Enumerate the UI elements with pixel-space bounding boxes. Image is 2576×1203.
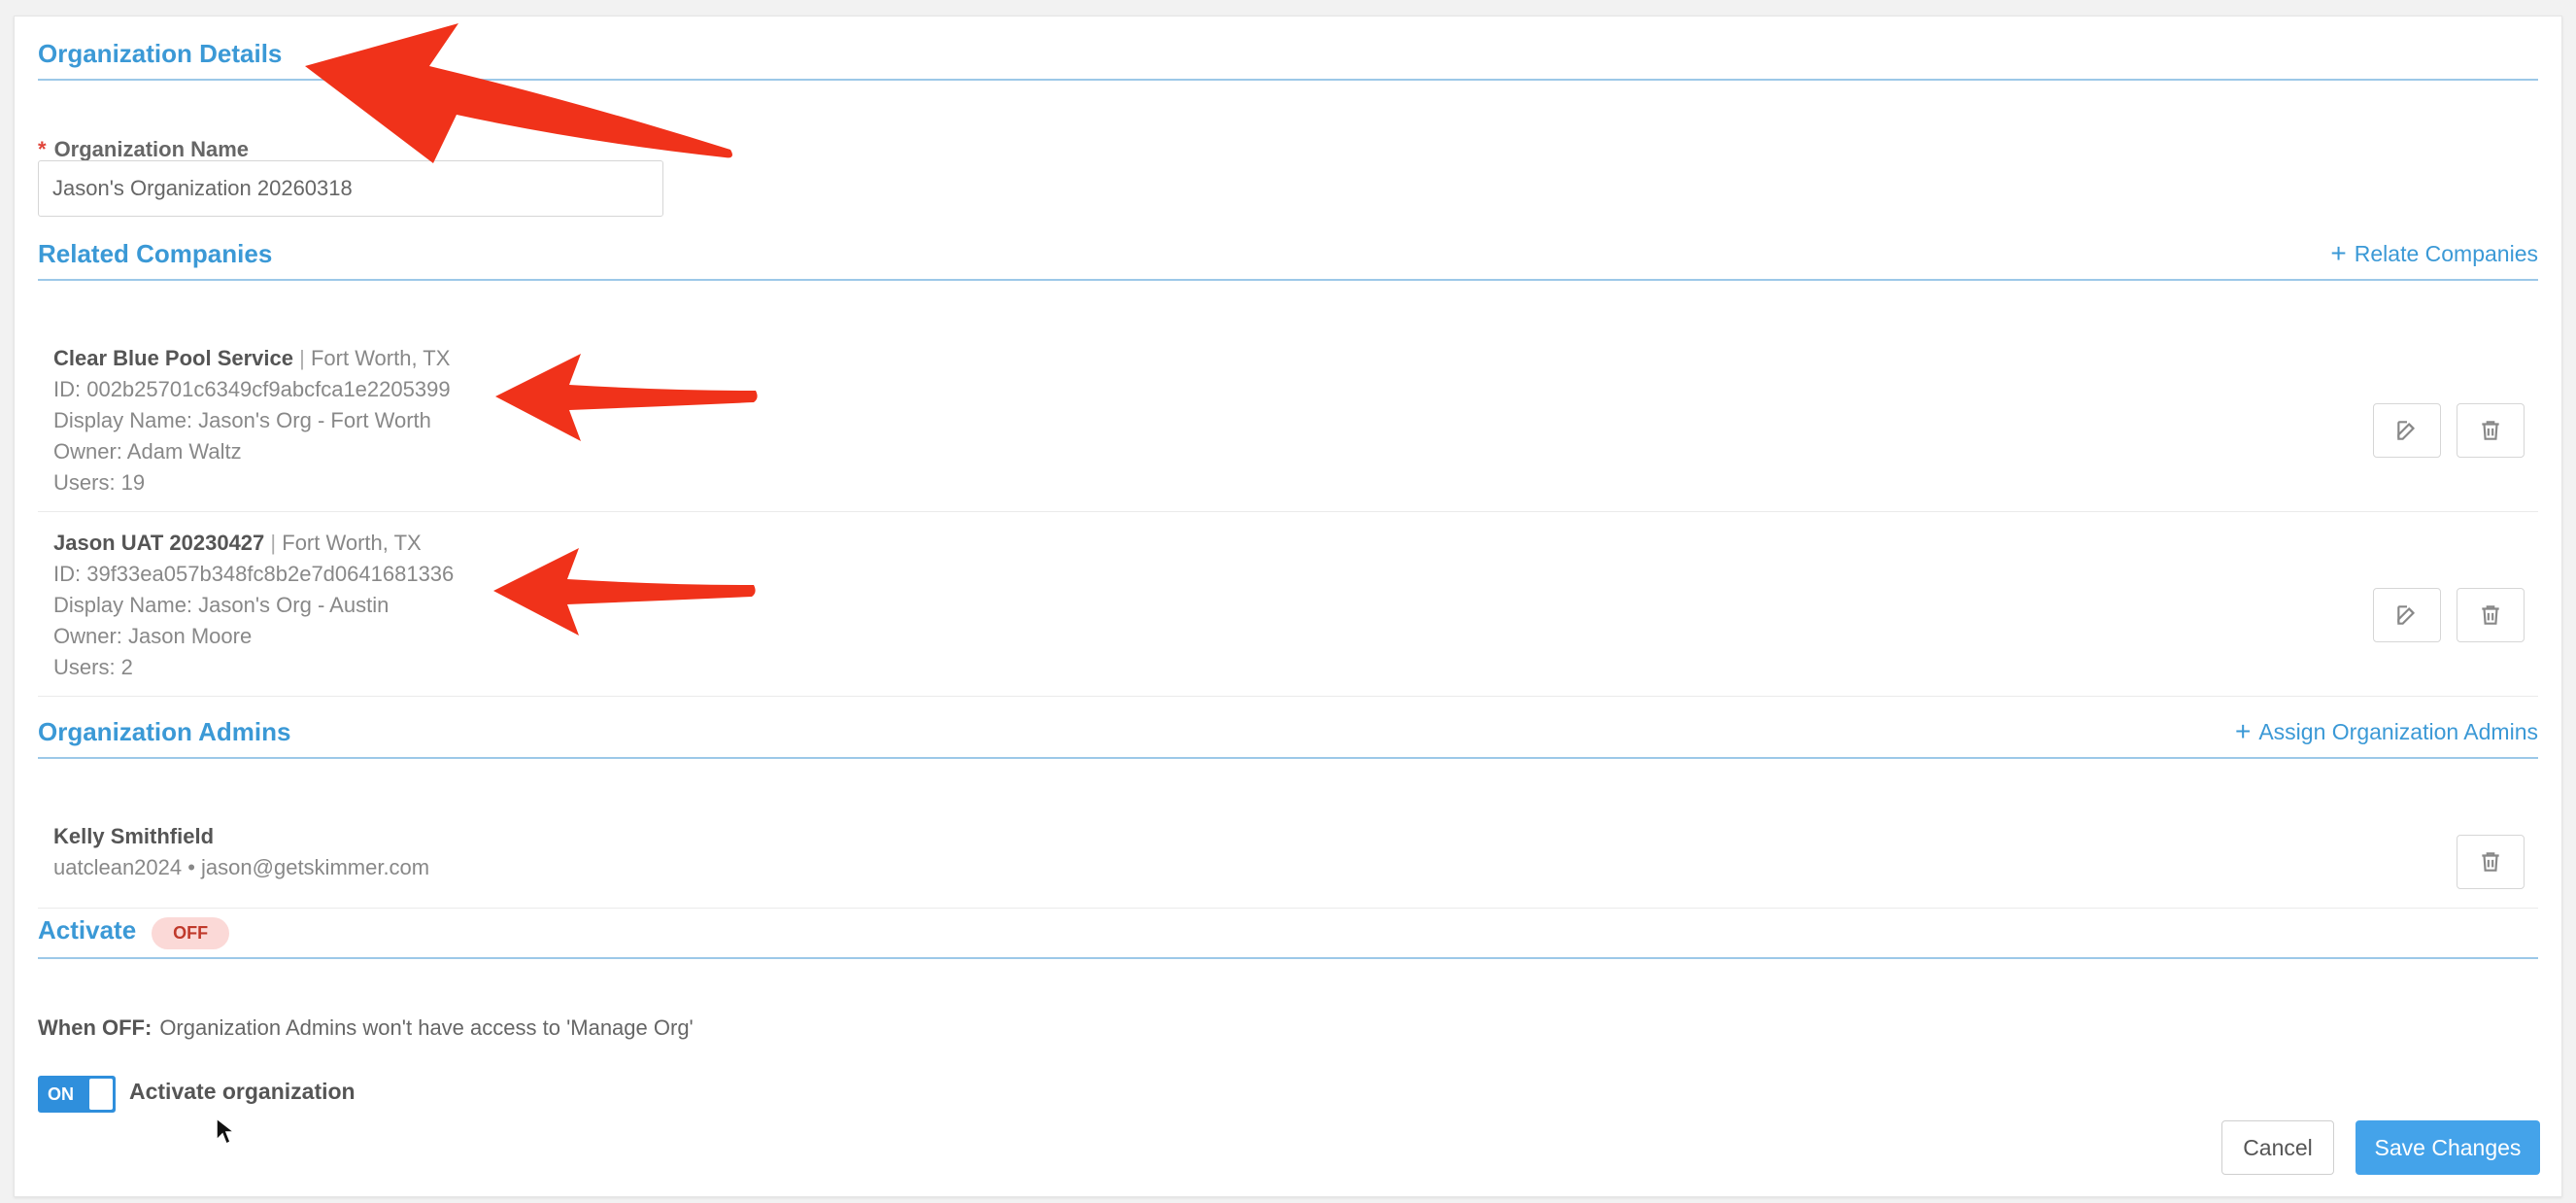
- trash-icon: [2482, 605, 2499, 625]
- when-off-text: Organization Admins won't have access to…: [159, 1015, 694, 1040]
- activate-header: Activate OFF: [38, 907, 2538, 959]
- separator: |: [299, 346, 305, 370]
- annotation-arrow: [305, 23, 732, 163]
- assign-admins-label: Assign Organization Admins: [2258, 718, 2538, 744]
- activate-toggle-label: Activate organization: [129, 1079, 356, 1104]
- company-info: Jason UAT 20230427 | Fort Worth, TX ID: …: [53, 528, 454, 683]
- plus-icon: +: [2330, 238, 2347, 268]
- when-off-label: When OFF:: [38, 1015, 153, 1040]
- company-info: Clear Blue Pool Service | Fort Worth, TX…: [53, 343, 451, 498]
- company-name: Jason UAT 20230427: [53, 531, 265, 555]
- status-badge: OFF: [152, 916, 230, 949]
- plus-icon: +: [2234, 716, 2252, 746]
- trash-icon: [2482, 421, 2499, 440]
- company-name: Clear Blue Pool Service: [53, 346, 293, 370]
- relate-companies-link[interactable]: + Relate Companies: [2330, 240, 2538, 267]
- company-actions: [2373, 403, 2525, 458]
- admin-row: Kelly Smithfield uatclean2024 • jason@ge…: [38, 806, 2538, 909]
- org-admins-title: Organization Admins: [38, 716, 291, 746]
- company-id: ID: 002b25701c6349cf9abcfca1e2205399: [53, 377, 451, 401]
- company-card: Clear Blue Pool Service | Fort Worth, TX…: [38, 327, 2538, 512]
- mouse-cursor-icon: [216, 1117, 236, 1146]
- cancel-button[interactable]: Cancel: [2221, 1120, 2334, 1175]
- save-changes-button[interactable]: Save Changes: [2356, 1120, 2540, 1175]
- company-location: Fort Worth, TX: [310, 346, 451, 370]
- delete-company-button[interactable]: [2457, 403, 2525, 458]
- toggle-knob: [89, 1079, 113, 1110]
- related-companies-title: Related Companies: [38, 238, 273, 268]
- admin-detail: uatclean2024 • jason@getskimmer.com: [53, 855, 430, 879]
- admin-name: Kelly Smithfield: [53, 824, 215, 848]
- company-display-name: Display Name: Jason's Org - Austin: [53, 593, 390, 617]
- edit-icon: [2397, 421, 2416, 440]
- company-owner: Owner: Jason Moore: [53, 624, 253, 648]
- company-card: Jason UAT 20230427 | Fort Worth, TX ID: …: [38, 512, 2538, 697]
- company-users: Users: 2: [53, 655, 133, 679]
- activate-hint: When OFF: Organization Admins won't have …: [38, 1015, 694, 1041]
- trash-icon: [2482, 852, 2499, 872]
- company-location: Fort Worth, TX: [282, 531, 422, 555]
- toggle-on-text: ON: [48, 1084, 74, 1104]
- assign-admins-link[interactable]: + Assign Organization Admins: [2235, 718, 2538, 745]
- edit-company-button[interactable]: [2373, 588, 2441, 642]
- company-users: Users: 19: [53, 470, 146, 495]
- organization-form-panel: Organization Details * Organization Name …: [14, 16, 2562, 1197]
- org-admins-header: Organization Admins + Assign Organizatio…: [38, 706, 2538, 759]
- company-actions: [2373, 588, 2525, 642]
- admin-actions: [2457, 835, 2525, 889]
- admin-info: Kelly Smithfield uatclean2024 • jason@ge…: [53, 821, 429, 883]
- company-owner: Owner: Adam Waltz: [53, 439, 242, 464]
- annotation-arrow: [495, 354, 758, 441]
- required-marker: *: [38, 137, 47, 161]
- company-display-name: Display Name: Jason's Org - Fort Worth: [53, 408, 431, 432]
- related-companies-header: Related Companies + Relate Companies: [38, 228, 2538, 281]
- separator: |: [270, 531, 277, 555]
- org-details-title: Organization Details: [38, 38, 283, 68]
- activate-title: Activate OFF: [38, 915, 230, 949]
- delete-company-button[interactable]: [2457, 588, 2525, 642]
- edit-company-button[interactable]: [2373, 403, 2441, 458]
- annotation-arrow: [493, 548, 756, 636]
- relate-companies-label: Relate Companies: [2354, 240, 2538, 266]
- activate-toggle[interactable]: ON: [38, 1076, 116, 1113]
- delete-admin-button[interactable]: [2457, 835, 2525, 889]
- org-name-label: * Organization Name: [38, 137, 250, 161]
- edit-icon: [2397, 605, 2416, 625]
- company-id: ID: 39f33ea057b348fc8b2e7d0641681336: [53, 562, 455, 586]
